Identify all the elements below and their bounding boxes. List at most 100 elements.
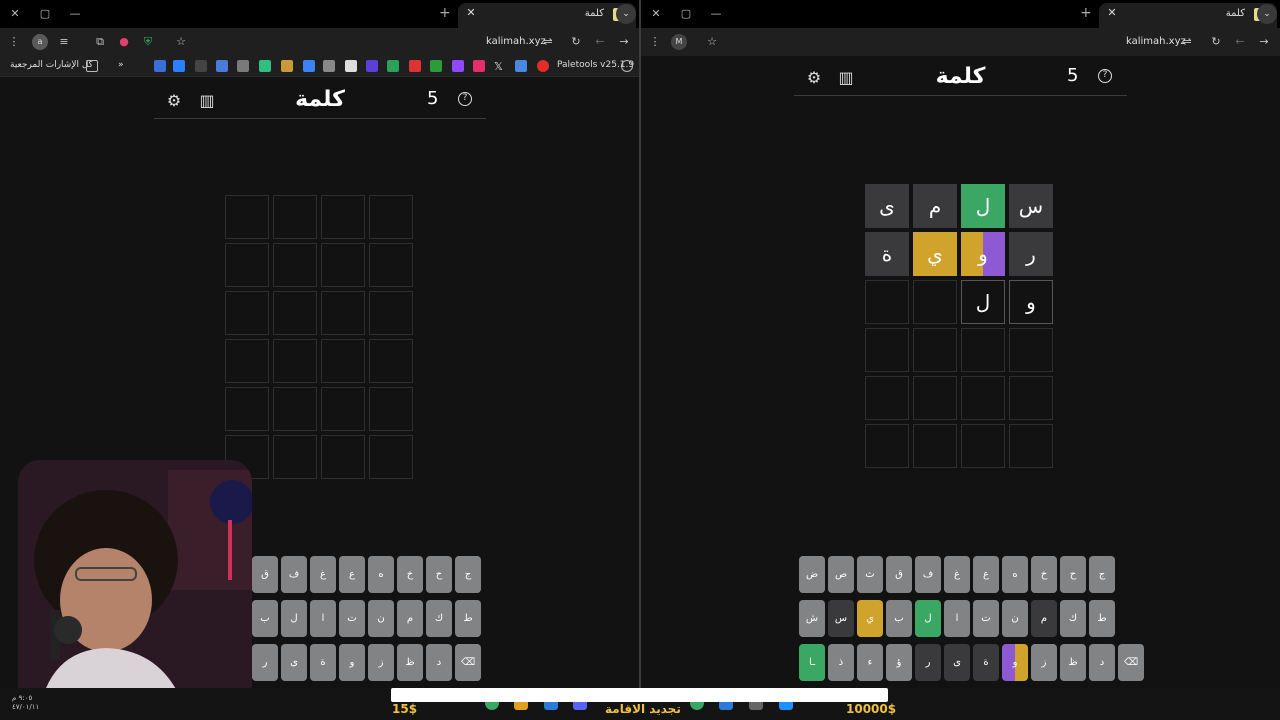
left-keyboard-key[interactable]: ظ <box>397 644 423 681</box>
right-keyboard-key[interactable]: ء <box>857 644 883 681</box>
right-keyboard-key[interactable]: ح <box>1060 556 1086 593</box>
x-icon[interactable]: 𝕏 <box>494 60 503 73</box>
youtube-icon[interactable] <box>537 60 549 72</box>
extension-pink-icon[interactable]: ● <box>116 34 132 50</box>
forward-arrow-icon[interactable]: → <box>1256 34 1272 50</box>
enter-key[interactable]: ـا <box>799 644 825 681</box>
right-keyboard-key[interactable]: ؤ <box>886 644 912 681</box>
bookmark-icon-7[interactable] <box>281 60 293 72</box>
tab-kalimah[interactable]: ✕ كلمة ك <box>458 3 636 28</box>
profile-avatar[interactable]: M <box>671 34 687 50</box>
tab-close-icon[interactable]: ✕ <box>1105 6 1119 19</box>
right-keyboard-key[interactable]: ة <box>973 644 999 681</box>
right-keyboard-key[interactable]: ع <box>973 556 999 593</box>
bookmark-icon-5[interactable] <box>237 60 249 72</box>
left-keyboard-key[interactable]: ق <box>252 556 278 593</box>
right-keyboard-key[interactable]: ظ <box>1060 644 1086 681</box>
left-keyboard-key[interactable]: ا <box>310 600 336 637</box>
right-keyboard-key[interactable]: ر <box>915 644 941 681</box>
tab-kalimah[interactable]: ✕ كلمة ك <box>1099 3 1277 28</box>
bookmark-icon-4[interactable] <box>216 60 228 72</box>
url-text[interactable]: kalimah.xyz <box>486 36 546 47</box>
backspace-key[interactable]: ⌫ <box>1118 644 1144 681</box>
star-icon[interactable]: ☆ <box>704 34 720 50</box>
right-keyboard-key[interactable]: ز <box>1031 644 1057 681</box>
right-keyboard-key[interactable]: ن <box>1002 600 1028 637</box>
instagram-icon[interactable] <box>473 60 485 72</box>
left-keyboard-key[interactable]: ت <box>339 600 365 637</box>
bookmark-icon-2[interactable] <box>173 60 185 72</box>
star-icon[interactable]: ☆ <box>173 34 189 50</box>
tab-search-icon[interactable]: ⌄ <box>1257 4 1277 24</box>
right-keyboard-key[interactable]: م <box>1031 600 1057 637</box>
left-keyboard-key[interactable]: ز <box>368 644 394 681</box>
right-keyboard-key[interactable]: ب <box>886 600 912 637</box>
right-keyboard-key[interactable]: ض <box>799 556 825 593</box>
right-keyboard-key[interactable]: ث <box>857 556 883 593</box>
extensions-icon[interactable]: ⧉ <box>92 34 108 50</box>
left-keyboard-key[interactable]: د <box>426 644 452 681</box>
new-tab-plus-icon[interactable]: + <box>1080 5 1092 21</box>
back-arrow-icon[interactable]: ← <box>592 34 608 50</box>
bookmark-icon-13[interactable] <box>409 60 421 72</box>
reload-icon[interactable]: ↻ <box>1208 34 1224 50</box>
left-keyboard-key[interactable]: م <box>397 600 423 637</box>
right-keyboard-key[interactable]: و <box>1002 644 1028 681</box>
all-bookmarks-link[interactable]: كل الإشارات المرجعية <box>10 60 93 70</box>
new-tab-plus-icon[interactable]: + <box>439 5 451 21</box>
bookmark-icon-11[interactable] <box>366 60 378 72</box>
left-keyboard-key[interactable]: ل <box>281 600 307 637</box>
left-keyboard-key[interactable]: ف <box>281 556 307 593</box>
window-close-icon[interactable]: ✕ <box>6 6 24 22</box>
window-minimize-icon[interactable]: — <box>66 6 84 22</box>
window-close-icon[interactable]: ✕ <box>647 6 665 22</box>
left-keyboard-key[interactable]: غ <box>310 556 336 593</box>
menu-kebab-icon[interactable]: ⋮ <box>647 34 663 50</box>
gear-icon[interactable]: ⚙ <box>164 91 184 110</box>
site-settings-icon[interactable]: ⇌ <box>1179 34 1195 50</box>
bookmark-icon-15[interactable] <box>515 60 527 72</box>
help-icon[interactable]: ? <box>458 92 472 106</box>
left-keyboard-key[interactable]: ط <box>455 600 481 637</box>
right-keyboard-key[interactable]: ق <box>886 556 912 593</box>
window-maximize-icon[interactable]: ▢ <box>36 6 54 22</box>
url-text[interactable]: kalimah.xyz <box>1126 36 1186 47</box>
left-keyboard-key[interactable]: ر <box>252 644 278 681</box>
bookmark-icon-14[interactable] <box>430 60 442 72</box>
right-keyboard-key[interactable]: ه <box>1002 556 1028 593</box>
right-keyboard-key[interactable]: ى <box>944 644 970 681</box>
forward-arrow-icon[interactable]: → <box>616 34 632 50</box>
backspace-key[interactable]: ⌫ <box>455 644 481 681</box>
chevron-double-icon[interactable]: » <box>118 60 124 70</box>
bar-chart-icon[interactable]: ▥ <box>836 68 856 87</box>
extension-shield-icon[interactable]: ⛨ <box>140 34 156 50</box>
back-arrow-icon[interactable]: ← <box>1232 34 1248 50</box>
left-keyboard-key[interactable]: ى <box>281 644 307 681</box>
right-keyboard-key[interactable]: ط <box>1089 600 1115 637</box>
left-keyboard-key[interactable]: ك <box>426 600 452 637</box>
bookmark-icon-10[interactable] <box>345 60 357 72</box>
help-icon[interactable]: ? <box>1098 69 1112 83</box>
left-keyboard-key[interactable]: ة <box>310 644 336 681</box>
left-keyboard-key[interactable]: ه <box>368 556 394 593</box>
right-keyboard-key[interactable]: د <box>1089 644 1115 681</box>
right-keyboard-key[interactable]: ذ <box>828 644 854 681</box>
right-keyboard-key[interactable]: س <box>828 600 854 637</box>
bookmark-icon-6[interactable] <box>259 60 271 72</box>
right-keyboard-key[interactable]: ف <box>915 556 941 593</box>
site-settings-icon[interactable]: ⇌ <box>540 34 556 50</box>
reload-icon[interactable]: ↻ <box>568 34 584 50</box>
tab-groups-icon[interactable]: ≡ <box>56 34 72 50</box>
bookmark-icon-3[interactable] <box>195 60 207 72</box>
bar-chart-icon[interactable]: ▥ <box>197 91 217 110</box>
bookmark-icon-8[interactable] <box>303 60 315 72</box>
bookmark-icon-12[interactable] <box>387 60 399 72</box>
right-keyboard-key[interactable]: ش <box>799 600 825 637</box>
twitch-icon[interactable] <box>452 60 464 72</box>
left-keyboard-key[interactable]: ن <box>368 600 394 637</box>
bookmark-icon-9[interactable] <box>323 60 335 72</box>
left-keyboard-key[interactable]: ب <box>252 600 278 637</box>
right-keyboard-key[interactable]: ل <box>915 600 941 637</box>
profile-avatar[interactable]: a <box>32 34 48 50</box>
right-keyboard-key[interactable]: ص <box>828 556 854 593</box>
